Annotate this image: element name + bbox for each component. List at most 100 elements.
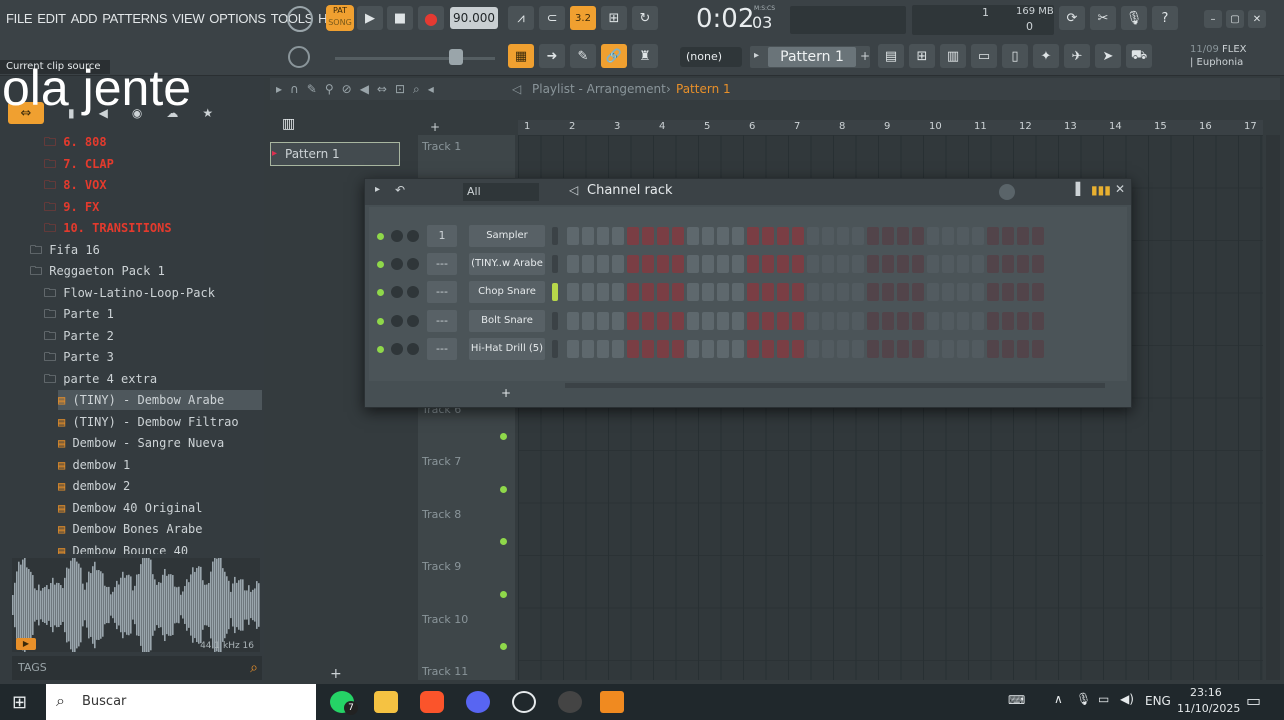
step-button[interactable]	[957, 283, 969, 302]
channel-select[interactable]	[552, 227, 558, 245]
track-header[interactable]: Track 11	[422, 665, 468, 678]
step-button[interactable]	[792, 227, 804, 245]
add-channel-icon[interactable]: +	[501, 386, 511, 400]
channel-filter[interactable]: All	[463, 183, 539, 201]
step-button[interactable]	[1017, 227, 1029, 245]
channel-mute-led[interactable]	[377, 289, 384, 297]
step-button[interactable]	[882, 283, 894, 302]
step-button[interactable]	[672, 311, 684, 330]
step-button[interactable]	[582, 283, 594, 302]
step-button[interactable]	[657, 255, 669, 274]
step-button[interactable]	[972, 339, 984, 358]
step-button[interactable]	[732, 339, 744, 358]
step-button[interactable]	[1032, 311, 1044, 330]
notification-icon[interactable]: ▭	[1246, 691, 1261, 710]
channel-select[interactable]	[552, 255, 558, 274]
step-button[interactable]	[597, 339, 609, 358]
stop-button[interactable]: ■	[387, 6, 413, 30]
master-slider[interactable]	[335, 57, 495, 60]
channel-mute-led[interactable]	[377, 233, 384, 240]
step-button[interactable]	[1017, 283, 1029, 302]
timeline-ruler[interactable]: 1 2 3 4 5 6 7 8 9 10 11 12 13 14 15 16 17	[518, 120, 1263, 135]
browser-item[interactable]: ▤ (TINY) - Dembow Arabe	[58, 390, 262, 410]
step-button[interactable]	[642, 255, 654, 274]
step-button[interactable]	[762, 339, 774, 358]
step-button[interactable]	[732, 227, 744, 245]
menu-item-view[interactable]: VIEW	[172, 11, 204, 26]
channel-volume-knob[interactable]	[407, 286, 419, 299]
rack-menu-icon[interactable]: ▸	[375, 184, 380, 195]
step-button[interactable]	[567, 339, 579, 358]
step-button[interactable]	[867, 255, 879, 274]
step-button[interactable]	[942, 227, 954, 245]
step-button[interactable]	[927, 283, 939, 302]
step-button[interactable]	[612, 311, 624, 330]
stamp-button[interactable]: ♜	[632, 44, 658, 68]
browser-item[interactable]: 🗀 Fifa 16	[30, 240, 100, 260]
waveform-preview[interactable]: 44.1 kHz 16 ▶	[12, 550, 260, 660]
step-button[interactable]	[987, 339, 999, 358]
menu-item-add[interactable]: ADD	[71, 11, 98, 26]
network-icon[interactable]: ▭	[1098, 692, 1109, 706]
track-header[interactable]: Track 8	[422, 508, 461, 521]
step-button[interactable]	[567, 255, 579, 274]
channel-pan-knob[interactable]	[391, 230, 403, 242]
step-edit-button[interactable]: ⊞	[601, 6, 627, 30]
step-button[interactable]	[897, 311, 909, 330]
step-button[interactable]	[747, 283, 759, 302]
track-header[interactable]: Track 1	[422, 140, 461, 153]
step-button[interactable]	[612, 339, 624, 358]
step-button[interactable]	[972, 227, 984, 245]
step-button[interactable]	[747, 311, 759, 330]
step-button[interactable]	[732, 283, 744, 302]
step-button[interactable]	[792, 255, 804, 274]
step-button[interactable]	[987, 283, 999, 302]
step-button[interactable]	[627, 339, 639, 358]
mixer-window-button[interactable]: ▤	[878, 44, 904, 68]
track-mute-led[interactable]	[500, 591, 507, 598]
link-button[interactable]: 🔗	[601, 44, 627, 68]
step-button[interactable]	[807, 311, 819, 330]
browser-item[interactable]: 🗀 Parte 3	[44, 347, 114, 367]
step-button[interactable]	[942, 311, 954, 330]
countdown-button[interactable]: 3.2	[570, 6, 596, 30]
channel-mute-led[interactable]	[377, 345, 384, 353]
step-button[interactable]	[897, 227, 909, 245]
step-button[interactable]	[897, 255, 909, 274]
channel-mixer-track[interactable]: ---	[427, 309, 457, 332]
step-button[interactable]	[687, 283, 699, 302]
step-button[interactable]	[942, 339, 954, 358]
step-button[interactable]	[1002, 339, 1014, 358]
step-button[interactable]	[792, 283, 804, 302]
browser-window-button[interactable]: ▭	[971, 44, 997, 68]
step-button[interactable]	[582, 339, 594, 358]
step-button[interactable]	[702, 255, 714, 274]
step-button[interactable]	[912, 283, 924, 302]
step-button[interactable]	[852, 283, 864, 302]
step-button[interactable]	[702, 227, 714, 245]
search-icon[interactable]: ⌕	[250, 656, 258, 680]
step-button[interactable]	[822, 339, 834, 358]
step-button[interactable]	[807, 283, 819, 302]
minimize-button[interactable]: –	[1204, 10, 1222, 28]
browser-item[interactable]: ▤ (TINY) - Dembow Filtrao	[58, 412, 239, 432]
chevron-up-icon[interactable]: ∧	[1054, 692, 1063, 706]
clock-time[interactable]: 23:16	[1190, 686, 1222, 699]
whatsapp-icon[interactable]: 7	[330, 691, 358, 715]
add-track-icon[interactable]: +	[430, 120, 440, 134]
channel-pan-knob[interactable]	[391, 314, 403, 327]
step-button[interactable]	[717, 283, 729, 302]
step-button[interactable]	[987, 227, 999, 245]
step-button[interactable]	[1017, 311, 1029, 330]
step-button[interactable]	[687, 311, 699, 330]
step-button[interactable]	[657, 339, 669, 358]
step-button[interactable]	[792, 311, 804, 330]
step-button[interactable]	[657, 283, 669, 302]
browser-item[interactable]: 🗀 7. CLAP	[44, 154, 114, 174]
step-button[interactable]	[927, 255, 939, 274]
step-button[interactable]	[792, 339, 804, 358]
browser-item[interactable]: ▤ Dembow 40 Original	[58, 498, 203, 518]
channel-name-button[interactable]: Bolt Snare	[469, 309, 545, 332]
step-button[interactable]	[597, 227, 609, 245]
channel-volume-knob[interactable]	[407, 258, 419, 271]
